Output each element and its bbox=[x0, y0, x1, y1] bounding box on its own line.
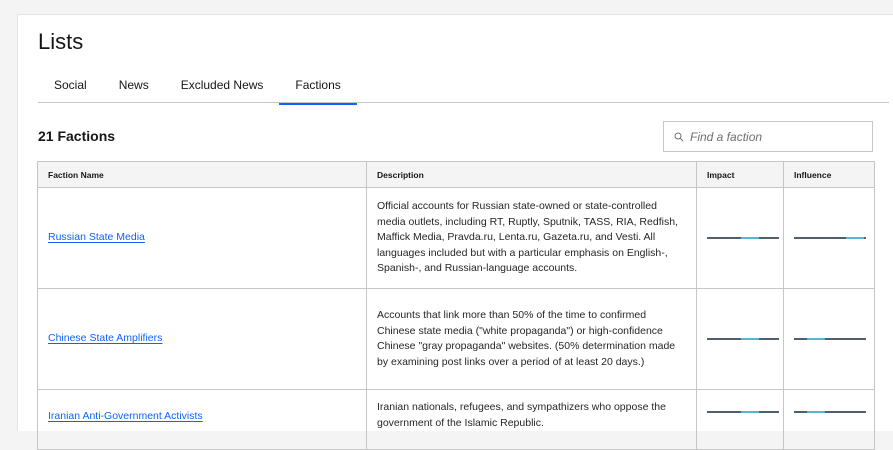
bar-level-marker bbox=[846, 237, 864, 239]
header-description[interactable]: Description bbox=[366, 161, 697, 188]
tab-excluded-news[interactable]: Excluded News bbox=[165, 77, 280, 103]
bar-track-left bbox=[794, 411, 807, 413]
faction-name-cell: Chinese State Amplifiers bbox=[37, 288, 367, 390]
header-faction-name[interactable]: Faction Name bbox=[37, 161, 367, 188]
impact-cell bbox=[696, 389, 784, 450]
bar-level-marker bbox=[807, 411, 825, 413]
bar-track-right bbox=[759, 237, 779, 239]
table-row: Russian State Media Official accounts fo… bbox=[37, 187, 875, 289]
page-title: Lists bbox=[38, 29, 84, 54]
faction-link[interactable]: Russian State Media bbox=[48, 231, 145, 243]
tab-social[interactable]: Social bbox=[38, 77, 103, 103]
bar-level-marker bbox=[741, 237, 759, 239]
table-header-row: Faction Name Description Impact Influenc… bbox=[37, 161, 875, 188]
faction-link[interactable]: Chinese State Amplifiers bbox=[48, 332, 162, 344]
bar-track-right bbox=[825, 411, 866, 413]
influence-cell bbox=[783, 187, 875, 289]
tab-factions[interactable]: Factions bbox=[279, 77, 358, 105]
faction-name-cell: Russian State Media bbox=[37, 187, 367, 289]
influence-bar bbox=[794, 338, 866, 340]
influence-cell bbox=[783, 288, 875, 390]
tab-news[interactable]: News bbox=[103, 77, 165, 103]
bar-track-right bbox=[759, 411, 779, 413]
faction-description: Accounts that link more than 50% of the … bbox=[366, 288, 697, 390]
bar-level-marker bbox=[807, 338, 825, 340]
impact-bar bbox=[707, 411, 779, 413]
impact-bar bbox=[707, 237, 779, 239]
influence-bar bbox=[794, 411, 866, 413]
bar-level-marker bbox=[741, 338, 759, 340]
faction-description: Official accounts for Russian state-owne… bbox=[366, 187, 697, 289]
influence-cell bbox=[783, 389, 875, 450]
bar-track-right bbox=[825, 338, 866, 340]
header-impact[interactable]: Impact bbox=[696, 161, 784, 188]
tab-bar: Social News Excluded News Factions bbox=[38, 77, 889, 105]
faction-link[interactable]: Iranian Anti-Government Activists bbox=[48, 410, 203, 422]
bar-track-left bbox=[707, 338, 741, 340]
table-row: Iranian Anti-Government Activists Irania… bbox=[37, 389, 875, 450]
search-input[interactable] bbox=[690, 129, 860, 144]
factions-count-heading: 21 Factions bbox=[38, 128, 116, 144]
impact-cell bbox=[696, 187, 784, 289]
impact-bar bbox=[707, 338, 779, 340]
bar-level-marker bbox=[741, 411, 759, 413]
bar-track-left bbox=[794, 237, 846, 239]
influence-bar bbox=[794, 237, 866, 239]
table-row: Chinese State Amplifiers Accounts that l… bbox=[37, 288, 875, 390]
faction-name-cell: Iranian Anti-Government Activists bbox=[37, 389, 367, 450]
faction-search bbox=[663, 121, 873, 152]
faction-description: Iranian nationals, refugees, and sympath… bbox=[366, 389, 697, 450]
header-influence[interactable]: Influence bbox=[783, 161, 875, 188]
bar-track-right bbox=[864, 237, 866, 239]
bar-track-left bbox=[794, 338, 807, 340]
factions-table: Faction Name Description Impact Influenc… bbox=[37, 161, 875, 450]
bar-track-left bbox=[707, 411, 741, 413]
lists-panel: Lists Social News Excluded News Factions… bbox=[17, 14, 893, 450]
bar-track-left bbox=[707, 237, 741, 239]
bar-track-right bbox=[759, 338, 779, 340]
search-icon bbox=[674, 132, 684, 141]
impact-cell bbox=[696, 288, 784, 390]
